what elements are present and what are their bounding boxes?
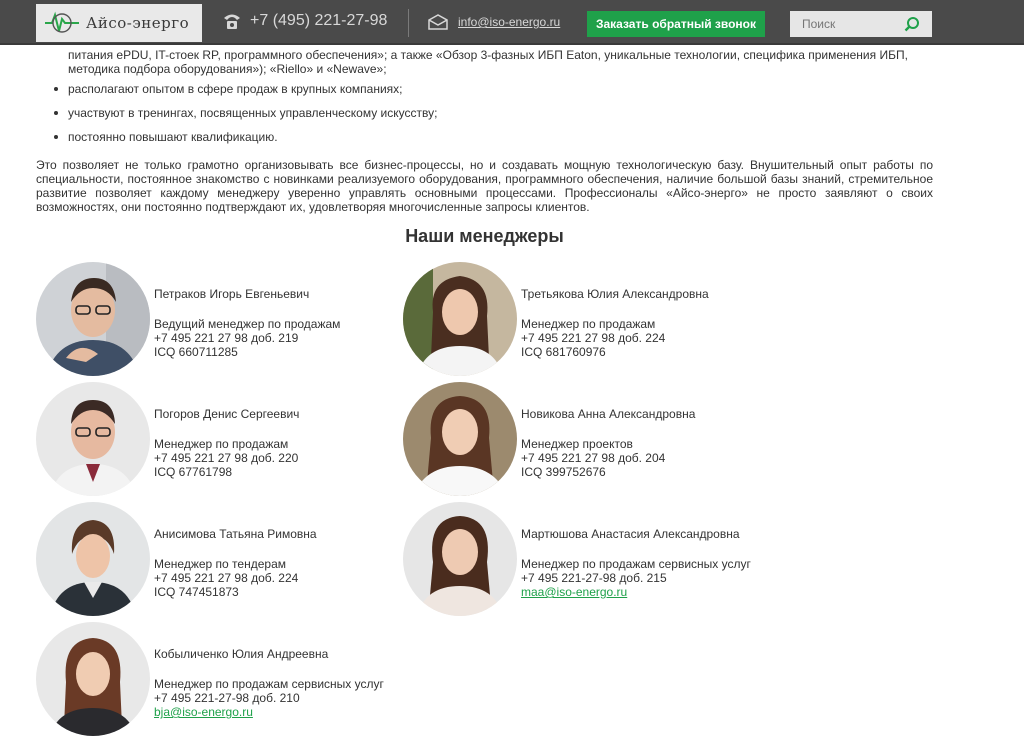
manager-photo — [403, 382, 517, 496]
header-phone-number: +7 (495) 221-27-98 — [250, 12, 388, 29]
manager-position: Менеджер по тендерам — [154, 557, 286, 571]
header-email[interactable]: info@iso-energo.ru — [428, 14, 560, 30]
search-input[interactable] — [790, 12, 900, 36]
callback-button[interactable]: Заказать обратный звонок — [587, 11, 765, 37]
manager-icq: ICQ 67761798 — [154, 465, 233, 479]
manager-position: Менеджер по продажам — [521, 317, 656, 331]
list-item: постоянно повышают квалификацию. — [52, 130, 933, 144]
manager-icq: ICQ 747451873 — [154, 585, 239, 599]
header-phone[interactable]: +7 (495) 221-27-98 — [222, 12, 387, 30]
logo-icon — [45, 11, 79, 33]
manager-name: Петраков Игорь Евгеньевич — [154, 287, 310, 301]
manager-phone: +7 495 221 27 98 доб. 204 — [521, 451, 666, 465]
manager-name: Кобыличенко Юлия Андреевна — [154, 647, 329, 661]
manager-photo — [36, 262, 150, 376]
manager-info: Третьякова Юлия Александровна Менеджер п… — [521, 262, 709, 376]
manager-card: Новикова Анна Александровна Менеджер про… — [403, 382, 695, 496]
manager-card: Мартюшова Анастасия Александровна Менедж… — [403, 502, 751, 616]
manager-icq: ICQ 660711285 — [154, 345, 238, 359]
manager-phone: +7 495 221 27 98 доб. 220 — [154, 451, 299, 465]
continued-list-item: питания ePDU, IT-стоек RP, программного … — [68, 48, 908, 76]
logo[interactable]: Айсо-энерго — [36, 4, 202, 42]
phone-icon — [224, 14, 240, 29]
mail-icon — [428, 14, 448, 30]
manager-card: Кобыличенко Юлия Андреевна Менеджер по п… — [36, 622, 384, 736]
manager-icq: ICQ 399752676 — [521, 465, 606, 479]
manager-position: Менеджер по продажам сервисных услуг — [521, 557, 751, 571]
manager-name: Мартюшова Анастасия Александровна — [521, 527, 740, 541]
manager-icq: ICQ 681760976 — [521, 345, 606, 359]
intro-paragraph: Это позволяет не только грамотно организ… — [36, 158, 933, 214]
manager-email-link[interactable]: bja@iso-energo.ru — [154, 705, 384, 719]
manager-email-link[interactable]: maa@iso-energo.ru — [521, 585, 751, 599]
manager-card: Погоров Денис Сергеевич Менеджер по прод… — [36, 382, 299, 496]
manager-card: Петраков Игорь Евгеньевич Ведущий менедж… — [36, 262, 340, 376]
manager-position: Менеджер по продажам сервисных услуг — [154, 677, 384, 691]
manager-phone: +7 495 221-27-98 доб. 210 — [154, 691, 300, 705]
manager-name: Погоров Денис Сергеевич — [154, 407, 300, 421]
manager-photo — [36, 502, 150, 616]
search-box[interactable] — [790, 11, 932, 37]
manager-phone: +7 495 221 27 98 доб. 219 — [154, 331, 299, 345]
manager-photo — [36, 382, 150, 496]
manager-photo — [403, 502, 517, 616]
manager-photo — [403, 262, 517, 376]
header-email-link[interactable]: info@iso-energo.ru — [458, 15, 560, 29]
manager-phone: +7 495 221 27 98 доб. 224 — [154, 571, 299, 585]
list-item: располагают опытом в сфере продаж в круп… — [52, 82, 933, 96]
manager-info: Анисимова Татьяна Римовна Менеджер по те… — [154, 502, 317, 616]
bullet-list: располагают опытом в сфере продаж в круп… — [36, 82, 933, 144]
main-content: питания ePDU, IT-стоек RP, программного … — [36, 48, 933, 247]
manager-name: Новикова Анна Александровна — [521, 407, 696, 421]
manager-photo — [36, 622, 150, 736]
list-item: участвуют в тренингах, посвященных управ… — [52, 106, 933, 120]
manager-phone: +7 495 221 27 98 доб. 224 — [521, 331, 666, 345]
header-divider — [408, 9, 409, 37]
search-icon[interactable] — [904, 16, 920, 32]
manager-card: Анисимова Татьяна Римовна Менеджер по те… — [36, 502, 317, 616]
manager-name: Третьякова Юлия Александровна — [521, 287, 709, 301]
manager-info: Погоров Денис Сергеевич Менеджер по прод… — [154, 382, 299, 496]
manager-position: Менеджер проектов — [521, 437, 633, 451]
manager-position: Ведущий менеджер по продажам — [154, 317, 341, 331]
manager-name: Анисимова Татьяна Римовна — [154, 527, 317, 541]
manager-info: Петраков Игорь Евгеньевич Ведущий менедж… — [154, 262, 340, 376]
manager-phone: +7 495 221-27-98 доб. 215 — [521, 571, 667, 585]
manager-card: Третьякова Юлия Александровна Менеджер п… — [403, 262, 709, 376]
top-bar: Айсо-энерго +7 (495) 221-27-98 info@iso-… — [0, 0, 1024, 45]
manager-position: Менеджер по продажам — [154, 437, 289, 451]
manager-info: Кобыличенко Юлия Андреевна Менеджер по п… — [154, 622, 384, 736]
manager-info: Новикова Анна Александровна Менеджер про… — [521, 382, 695, 496]
section-title: Наши менеджеры — [405, 226, 564, 246]
manager-info: Мартюшова Анастасия Александровна Менедж… — [521, 502, 751, 616]
logo-text: Айсо-энерго — [86, 14, 190, 32]
